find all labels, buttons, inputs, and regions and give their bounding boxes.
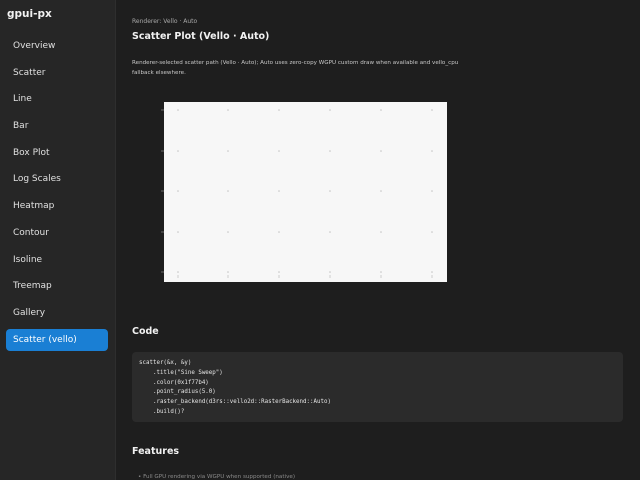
app-title: gpui-px <box>7 8 52 20</box>
sidebar-item-bar[interactable]: Bar <box>6 115 108 137</box>
plot-grid-dot <box>380 231 382 233</box>
plot-grid-dot <box>177 271 179 273</box>
code-line: .point_radius(5.0) <box>139 389 216 396</box>
plot-grid-dot <box>227 271 229 273</box>
sidebar: gpui-px Overview Scatter Line Bar Box Pl… <box>0 0 116 480</box>
plot-grid-dot <box>227 109 229 111</box>
plot-grid-dot <box>177 231 179 233</box>
code-line: scatter(&x, &y) <box>139 360 192 366</box>
sidebar-item-scatter-vello[interactable]: Scatter (vello) <box>6 328 108 351</box>
plot-grid-dot <box>329 150 331 152</box>
plot-grid-dot <box>329 231 331 233</box>
plot-grid-dot <box>177 190 179 192</box>
main-content: Renderer: Vello · Auto Scatter Plot (Vel… <box>116 0 640 480</box>
plot-grid-dot <box>380 109 382 111</box>
plot-grid-dot <box>380 150 382 152</box>
sidebar-item-box-plot[interactable]: Box Plot <box>6 142 108 164</box>
plot-grid-dot <box>329 109 331 111</box>
plot-grid-dot <box>431 271 433 273</box>
plot-grid-dot <box>227 150 229 152</box>
plot-grid-dot <box>278 271 280 273</box>
features-item: • Full GPU rendering via WGPU when suppo… <box>138 474 296 480</box>
plot-grid-dot <box>431 109 433 111</box>
plot-grid-dot <box>278 190 280 192</box>
plot-grid-dot <box>380 190 382 192</box>
plot-grid-dot <box>227 190 229 192</box>
plot-grid-dot <box>329 190 331 192</box>
sidebar-nav: Overview Scatter Line Bar Box Plot Log S… <box>6 35 108 355</box>
plot-grid-dot <box>380 271 382 273</box>
plot-background <box>164 102 447 282</box>
code-line: .color(0x1f77b4) <box>139 379 209 386</box>
plot-grid-dot <box>278 150 280 152</box>
plot-grid-dot <box>177 109 179 111</box>
plot-grid-dot <box>431 231 433 233</box>
sidebar-item-log-scales[interactable]: Log Scales <box>6 168 108 190</box>
code-line: .build()? <box>139 408 185 415</box>
plot-grid-dot <box>431 150 433 152</box>
sidebar-item-gallery[interactable]: Gallery <box>6 302 108 324</box>
sidebar-item-scatter[interactable]: Scatter <box>6 62 108 84</box>
sidebar-item-isoline[interactable]: Isoline <box>6 249 108 271</box>
breadcrumb: Renderer: Vello · Auto <box>132 18 198 25</box>
plot-grid-dot <box>431 190 433 192</box>
features-section-title: Features <box>132 446 180 457</box>
scatter-plot[interactable] <box>156 94 456 289</box>
plot-grid-dot <box>177 150 179 152</box>
sidebar-item-contour[interactable]: Contour <box>6 222 108 244</box>
code-block: scatter(&x, &y) .title("Sine Sweep") .co… <box>132 352 623 422</box>
sidebar-item-heatmap[interactable]: Heatmap <box>6 195 108 217</box>
code-line: .raster_backend(d3rs::vello2d::RasterBac… <box>139 399 331 406</box>
sidebar-item-overview[interactable]: Overview <box>6 35 108 57</box>
sidebar-item-line[interactable]: Line <box>6 88 108 110</box>
page-title: Scatter Plot (Vello · Auto) <box>132 31 270 42</box>
plot-grid-dot <box>278 231 280 233</box>
code-line: .title("Sine Sweep") <box>139 369 223 376</box>
sidebar-item-treemap[interactable]: Treemap <box>6 275 108 297</box>
code-section-title: Code <box>132 326 159 337</box>
plot-grid-dot <box>227 231 229 233</box>
plot-grid-dot <box>329 271 331 273</box>
plot-grid-dot <box>278 109 280 111</box>
page-description: Renderer-selected scatter path (Vello · … <box>132 60 459 76</box>
